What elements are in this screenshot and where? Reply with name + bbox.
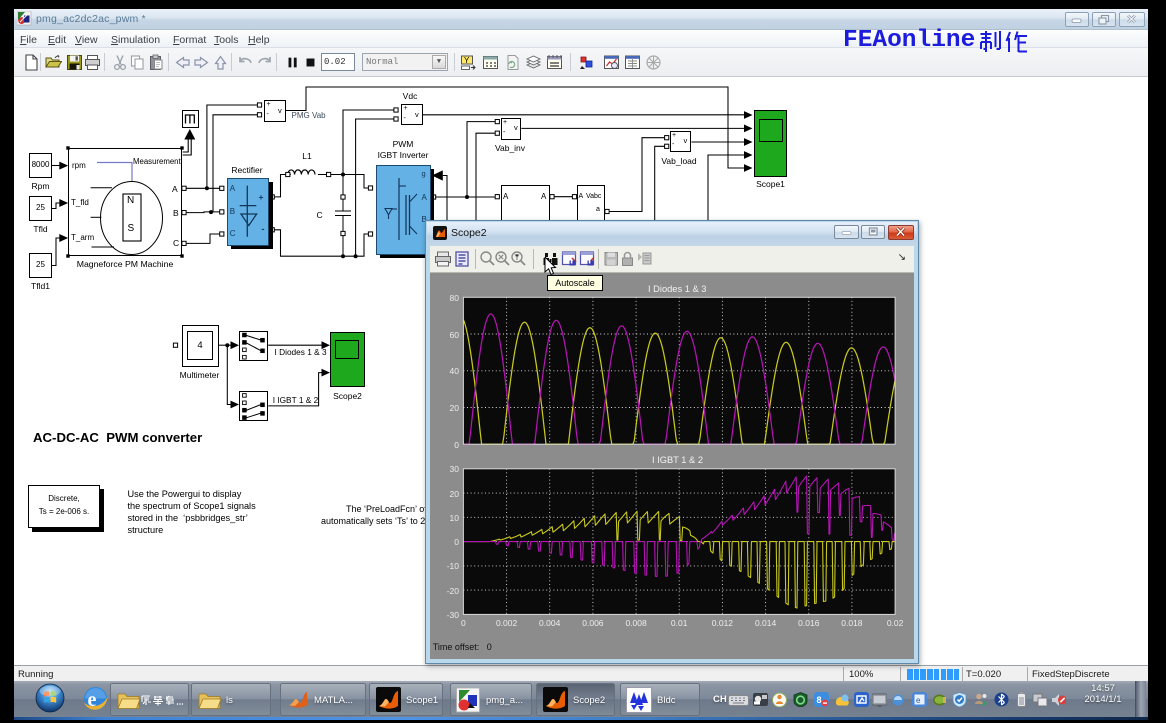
svg-text:e: e — [916, 696, 921, 705]
svg-text:Y: Y — [464, 56, 470, 65]
svg-text:8: 8 — [816, 695, 821, 705]
